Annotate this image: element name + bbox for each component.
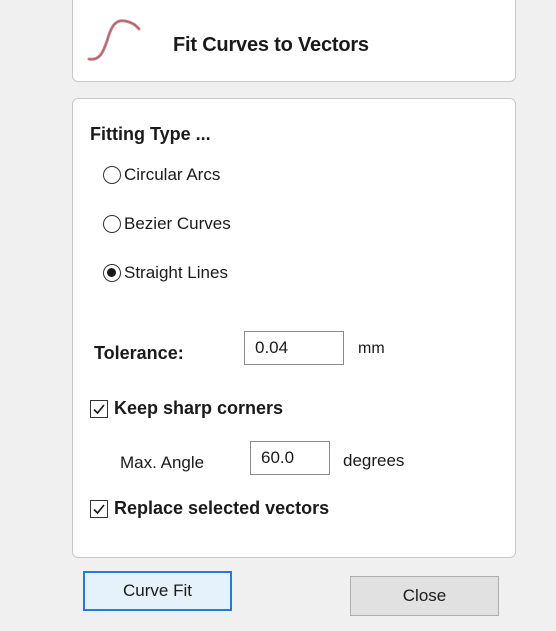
keep-sharp-corners-checkbox[interactable]: Keep sharp corners <box>90 398 283 419</box>
radio-label-straight-lines: Straight Lines <box>124 263 228 282</box>
radio-button-selected[interactable] <box>103 264 121 282</box>
curve-fit-button[interactable]: Curve Fit <box>83 571 232 611</box>
radio-straight-lines[interactable]: Straight Lines <box>103 263 228 283</box>
radio-button[interactable] <box>103 166 121 184</box>
radio-label-circular-arcs: Circular Arcs <box>124 165 221 184</box>
radio-bezier-curves[interactable]: Bezier Curves <box>103 214 231 234</box>
panel-title: Fit Curves to Vectors <box>173 34 369 56</box>
checkbox[interactable] <box>90 399 108 418</box>
max-angle-label: Max. Angle <box>120 453 205 472</box>
check-icon <box>93 503 105 514</box>
max-angle-unit: degrees <box>343 451 405 470</box>
header-panel: Fit Curves to Vectors <box>72 0 516 82</box>
curve-icon <box>87 19 141 61</box>
tolerance-input[interactable]: 0.04 <box>244 331 344 365</box>
check-icon <box>93 403 105 414</box>
options-panel: Fitting Type ... Circular Arcs Bezier Cu… <box>72 98 516 558</box>
keep-sharp-corners-label: Keep sharp corners <box>114 398 284 418</box>
radio-label-bezier-curves: Bezier Curves <box>124 214 231 233</box>
replace-selected-checkbox[interactable]: Replace selected vectors <box>90 498 329 519</box>
tolerance-label: Tolerance: <box>94 343 184 363</box>
radio-circular-arcs[interactable]: Circular Arcs <box>103 165 220 185</box>
radio-button[interactable] <box>103 215 121 233</box>
close-button[interactable]: Close <box>350 576 499 616</box>
fitting-type-heading: Fitting Type ... <box>90 124 211 144</box>
max-angle-input[interactable]: 60.0 <box>250 441 330 475</box>
checkbox[interactable] <box>90 499 108 518</box>
replace-selected-label: Replace selected vectors <box>114 498 330 518</box>
tolerance-unit: mm <box>358 340 385 357</box>
